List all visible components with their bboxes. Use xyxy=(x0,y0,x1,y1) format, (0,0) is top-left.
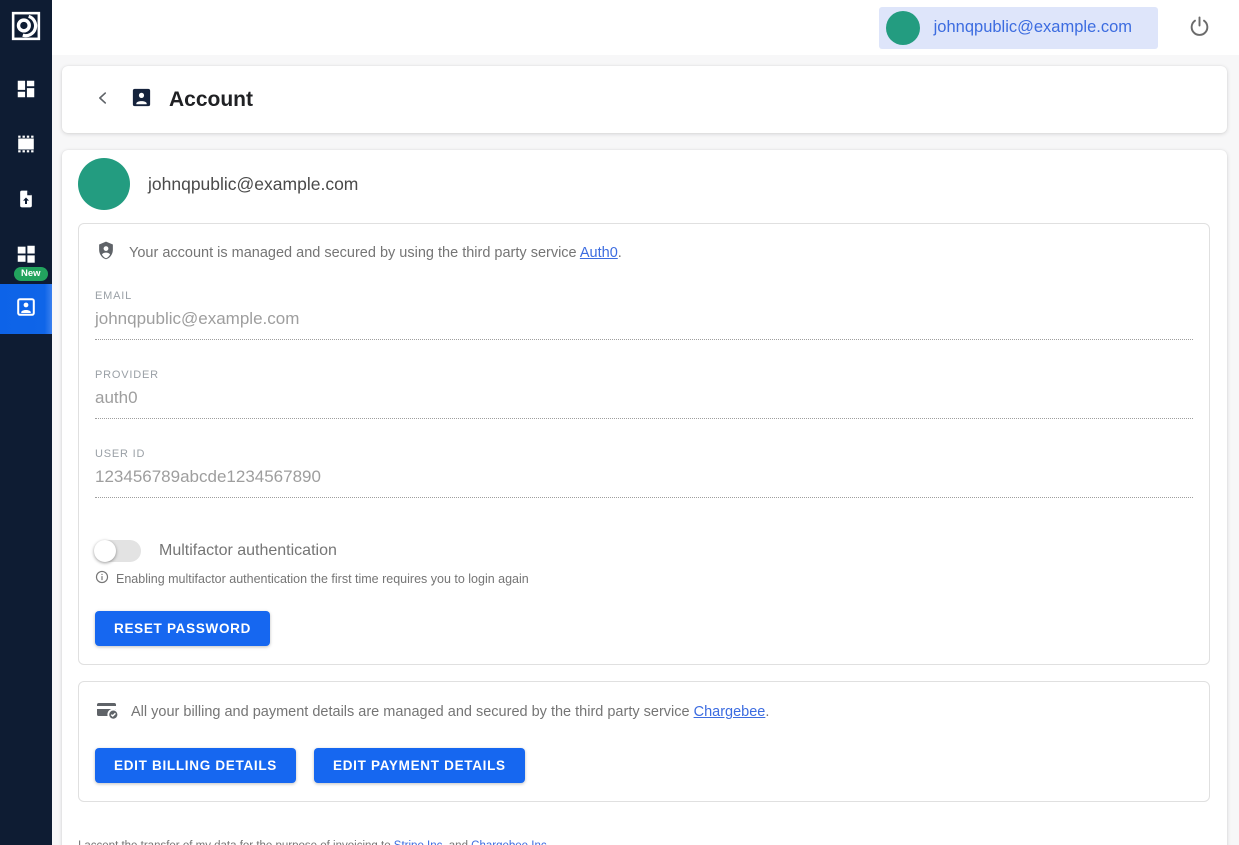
apps-icon xyxy=(15,243,37,270)
chevron-left-icon xyxy=(94,89,112,110)
account-header-icon xyxy=(130,86,153,114)
dashboard-icon xyxy=(15,78,37,105)
user-id-field-value: 123456789abcde1234567890 xyxy=(95,467,1193,498)
chargebee-link[interactable]: Chargebee xyxy=(694,704,766,720)
info-icon xyxy=(95,570,109,587)
edit-billing-details-button[interactable]: EDIT BILLING DETAILS xyxy=(95,748,296,783)
mfa-info-row: Enabling multifactor authentication the … xyxy=(95,570,1193,587)
back-button[interactable] xyxy=(90,85,116,114)
mfa-label: Multifactor authentication xyxy=(159,542,337,560)
account-panel: Your account is managed and secured by u… xyxy=(78,223,1210,665)
billing-buttons: EDIT BILLING DETAILS EDIT PAYMENT DETAIL… xyxy=(95,748,1193,783)
user-id-field: USER ID 123456789abcde1234567890 xyxy=(95,448,1193,498)
account-icon xyxy=(15,296,37,323)
managed-text: Your account is managed and secured by u… xyxy=(129,245,622,261)
provider-field-value: auth0 xyxy=(95,388,1193,419)
user-email: johnqpublic@example.com xyxy=(934,18,1132,37)
avatar xyxy=(886,11,920,45)
provider-field: PROVIDER auth0 xyxy=(95,369,1193,419)
sidebar-item-selection[interactable] xyxy=(0,119,52,174)
logo-icon xyxy=(11,11,41,46)
sidebar-item-account[interactable] xyxy=(0,284,52,334)
legal-footer: I accept the transfer of my data for the… xyxy=(78,840,1210,845)
reset-password-button[interactable]: RESET PASSWORD xyxy=(95,611,270,646)
chargebee-inc-link[interactable]: Chargebee Inc. xyxy=(471,840,550,845)
power-icon xyxy=(1188,15,1211,41)
shield-person-icon xyxy=(95,240,117,266)
stripe-link[interactable]: Stripe Inc. xyxy=(394,840,446,845)
billing-text: All your billing and payment details are… xyxy=(131,704,769,720)
profile-email: johnqpublic@example.com xyxy=(148,174,358,195)
logout-button[interactable] xyxy=(1188,15,1211,41)
sidebar: New xyxy=(0,0,52,845)
new-badge: New xyxy=(14,267,48,282)
sidebar-item-file-upload[interactable] xyxy=(0,174,52,229)
user-menu-chip[interactable]: johnqpublic@example.com xyxy=(879,7,1158,49)
mfa-toggle-knob xyxy=(94,540,116,562)
sidebar-item-apps[interactable]: New xyxy=(0,229,52,284)
email-field-label: EMAIL xyxy=(95,290,1193,302)
managed-by-row: Your account is managed and secured by u… xyxy=(95,240,1193,266)
profile-row: johnqpublic@example.com xyxy=(78,158,1210,210)
mfa-info-text: Enabling multifactor authentication the … xyxy=(116,572,529,586)
billing-panel: All your billing and payment details are… xyxy=(78,681,1210,802)
billing-managed-row: All your billing and payment details are… xyxy=(95,698,1193,726)
topbar: johnqpublic@example.com xyxy=(52,0,1239,55)
file-upload-icon xyxy=(16,188,36,215)
page-title: Account xyxy=(169,88,253,112)
mfa-toggle[interactable] xyxy=(95,540,141,562)
sidebar-item-dashboard[interactable] xyxy=(0,64,52,119)
email-field-value: johnqpublic@example.com xyxy=(95,309,1193,340)
avatar xyxy=(78,158,130,210)
app-logo[interactable] xyxy=(0,0,52,56)
mfa-row: Multifactor authentication xyxy=(95,540,1193,562)
selection-icon xyxy=(15,133,37,160)
edit-payment-details-button[interactable]: EDIT PAYMENT DETAILS xyxy=(314,748,525,783)
user-id-field-label: USER ID xyxy=(95,448,1193,460)
page-header-card: Account xyxy=(62,66,1227,133)
provider-field-label: PROVIDER xyxy=(95,369,1193,381)
credit-card-check-icon xyxy=(95,698,119,726)
account-card: johnqpublic@example.com Your account is … xyxy=(62,150,1227,845)
invoicing-consent-line: I accept the transfer of my data for the… xyxy=(78,840,1210,845)
content-area: Account johnqpublic@example.com xyxy=(52,55,1239,845)
auth0-link[interactable]: Auth0 xyxy=(580,245,618,261)
email-field: EMAIL johnqpublic@example.com xyxy=(95,290,1193,340)
